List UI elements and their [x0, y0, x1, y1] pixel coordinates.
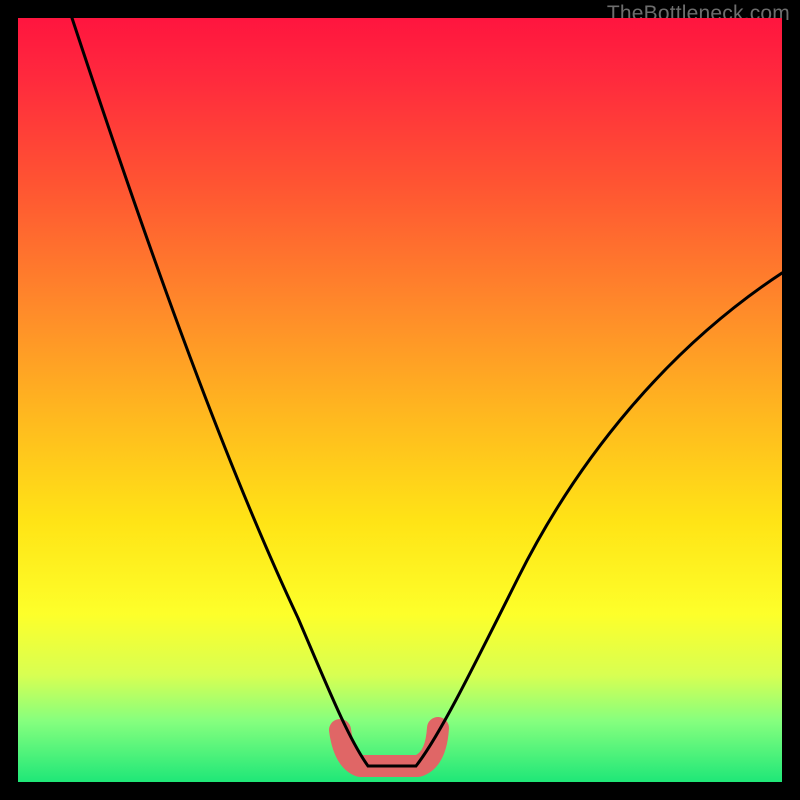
chart-frame: TheBottleneck.com: [0, 0, 800, 800]
bottleneck-curve: [72, 18, 782, 766]
curve-layer: [18, 18, 782, 782]
gradient-plot-area: [18, 18, 782, 782]
